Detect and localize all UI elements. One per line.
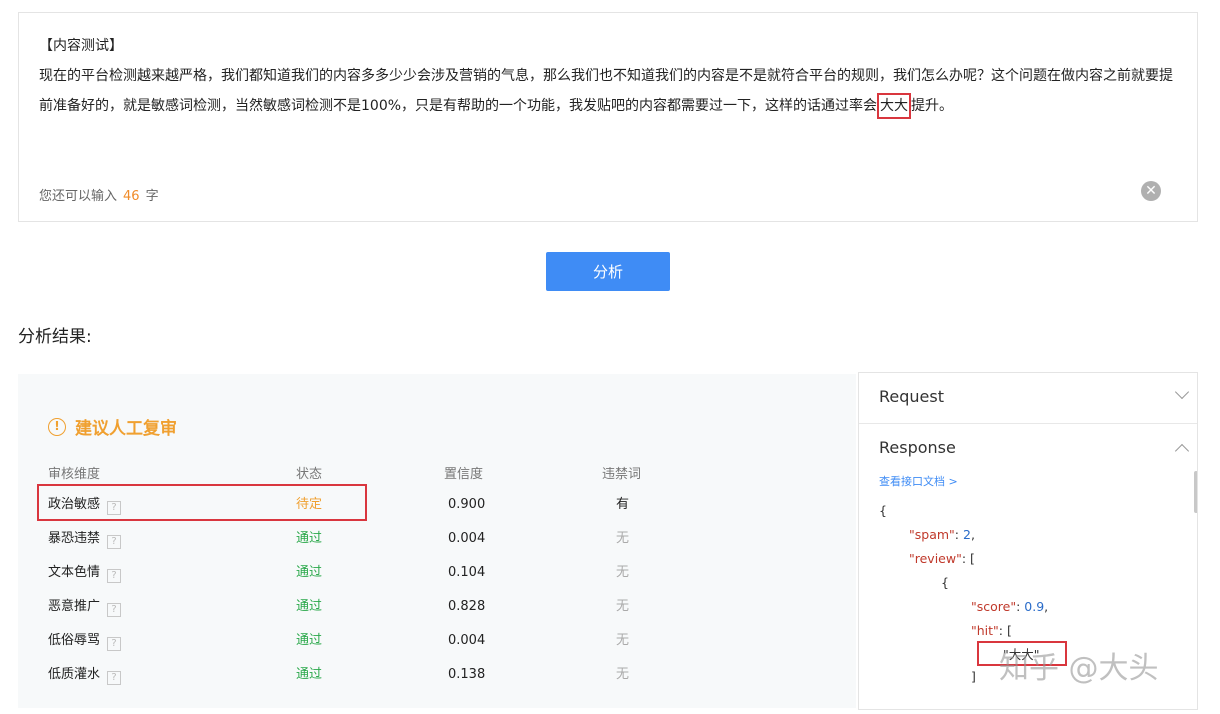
verdict: ! 建议人工复审: [48, 414, 177, 439]
content-body-end: 提升。: [911, 98, 954, 114]
counter-suffix: 字: [145, 189, 159, 204]
status-badge: 通过: [296, 633, 323, 648]
counter-value: 46: [123, 189, 140, 204]
response-label: Response: [879, 438, 956, 457]
response-accordion[interactable]: Response: [859, 424, 1197, 474]
help-icon[interactable]: ?: [107, 637, 122, 651]
request-accordion[interactable]: Request: [859, 373, 1197, 423]
content-text[interactable]: 【内容测试】 现在的平台检测越来越严格，我们都知道我们的内容多多少少会涉及营销的…: [39, 31, 1179, 121]
banned-value: 有: [616, 497, 630, 512]
banned-value: 无: [616, 633, 630, 648]
help-icon[interactable]: ?: [107, 569, 122, 583]
banned-value: 无: [616, 565, 630, 580]
json-bracket: [: [1006, 623, 1012, 638]
verdict-text: 建议人工复审: [75, 419, 177, 439]
table-row: 暴恐违禁? 通过 0.004 无: [18, 522, 856, 556]
close-circle-icon[interactable]: ✕: [1141, 181, 1161, 201]
dimension-cell: 暴恐违禁?: [48, 522, 122, 556]
request-label: Request: [879, 387, 944, 406]
dimension-label: 文本色情: [48, 565, 101, 580]
dimension-cell: 低质灌水?: [48, 658, 122, 692]
dimension-label: 低俗辱骂: [48, 633, 101, 648]
json-line: "hit": [: [971, 623, 1012, 638]
json-bracket: ]: [971, 669, 976, 684]
dimension-label: 暴恐违禁: [48, 531, 101, 546]
json-line: "review": [: [909, 551, 975, 566]
chevron-up-icon: [1174, 443, 1190, 459]
json-line: "spam": 2,: [909, 527, 975, 542]
json-line: "score": 0.9,: [971, 599, 1049, 614]
table-row: 文本色情? 通过 0.104 无: [18, 556, 856, 590]
scrollbar[interactable]: [1194, 471, 1197, 513]
status-badge: 通过: [296, 565, 323, 580]
status-badge: 通过: [296, 599, 323, 614]
result-title: 分析结果:: [18, 327, 92, 347]
content-body: 现在的平台检测越来越严格，我们都知道我们的内容多多少少会涉及营销的气息，那么我们…: [39, 68, 1173, 114]
result-panel: ! 建议人工复审 审核维度 状态 置信度 违禁词 政治敏感? 待定 0.900 …: [18, 374, 856, 708]
highlight-box: [37, 484, 367, 521]
api-panel: Request Response 查看接口文档 > { "spam": 2, "…: [858, 372, 1198, 710]
json-key: "review": [909, 551, 962, 566]
header-dimension: 审核维度: [48, 467, 101, 482]
json-bracket: [: [970, 551, 975, 566]
banned-value: 无: [616, 531, 630, 546]
confidence-value: 0.138: [448, 667, 486, 682]
json-key: "score": [971, 599, 1017, 614]
table-row: 低质灌水? 通过 0.138 无: [18, 658, 856, 692]
warning-circle-icon: !: [48, 417, 66, 436]
watermark: 知乎 @大头: [999, 651, 1159, 686]
chevron-down-icon: [1174, 384, 1190, 400]
header-status: 状态: [296, 467, 323, 482]
table-row: 低俗辱骂? 通过 0.004 无: [18, 624, 856, 658]
dimension-cell: 恶意推广?: [48, 590, 122, 624]
highlighted-word: 大大: [877, 93, 912, 119]
banned-value: 无: [616, 599, 630, 614]
confidence-value: 0.104: [448, 565, 486, 580]
status-badge: 通过: [296, 667, 323, 682]
json-brace: {: [941, 575, 949, 590]
help-icon[interactable]: ?: [107, 603, 122, 617]
json-brace: {: [879, 503, 887, 518]
header-banned: 违禁词: [602, 467, 642, 482]
json-key: "hit": [971, 623, 999, 638]
confidence-value: 0.900: [448, 497, 486, 512]
char-counter: 您还可以输入 46 字: [39, 185, 159, 204]
dimension-cell: 文本色情?: [48, 556, 122, 590]
table-row: 恶意推广? 通过 0.828 无: [18, 590, 856, 624]
json-value: 0.9: [1024, 599, 1045, 614]
banned-value: 无: [616, 667, 630, 682]
counter-prefix: 您还可以输入: [39, 189, 118, 204]
dimension-label: 恶意推广: [48, 599, 101, 614]
confidence-value: 0.004: [448, 531, 486, 546]
dimension-cell: 低俗辱骂?: [48, 624, 122, 658]
header-confidence: 置信度: [444, 467, 484, 482]
help-icon[interactable]: ?: [107, 671, 122, 685]
content-title: 【内容测试】: [39, 38, 123, 54]
help-icon[interactable]: ?: [107, 535, 122, 549]
json-key: "spam": [909, 527, 955, 542]
content-input-area[interactable]: 【内容测试】 现在的平台检测越来越严格，我们都知道我们的内容多多少少会涉及营销的…: [18, 12, 1198, 222]
json-value: 2: [962, 527, 971, 542]
status-badge: 通过: [296, 531, 323, 546]
dimension-label: 低质灌水: [48, 667, 101, 682]
api-doc-link[interactable]: 查看接口文档 >: [879, 473, 958, 489]
analyze-button[interactable]: 分析: [546, 252, 670, 291]
confidence-value: 0.004: [448, 633, 486, 648]
confidence-value: 0.828: [448, 599, 486, 614]
